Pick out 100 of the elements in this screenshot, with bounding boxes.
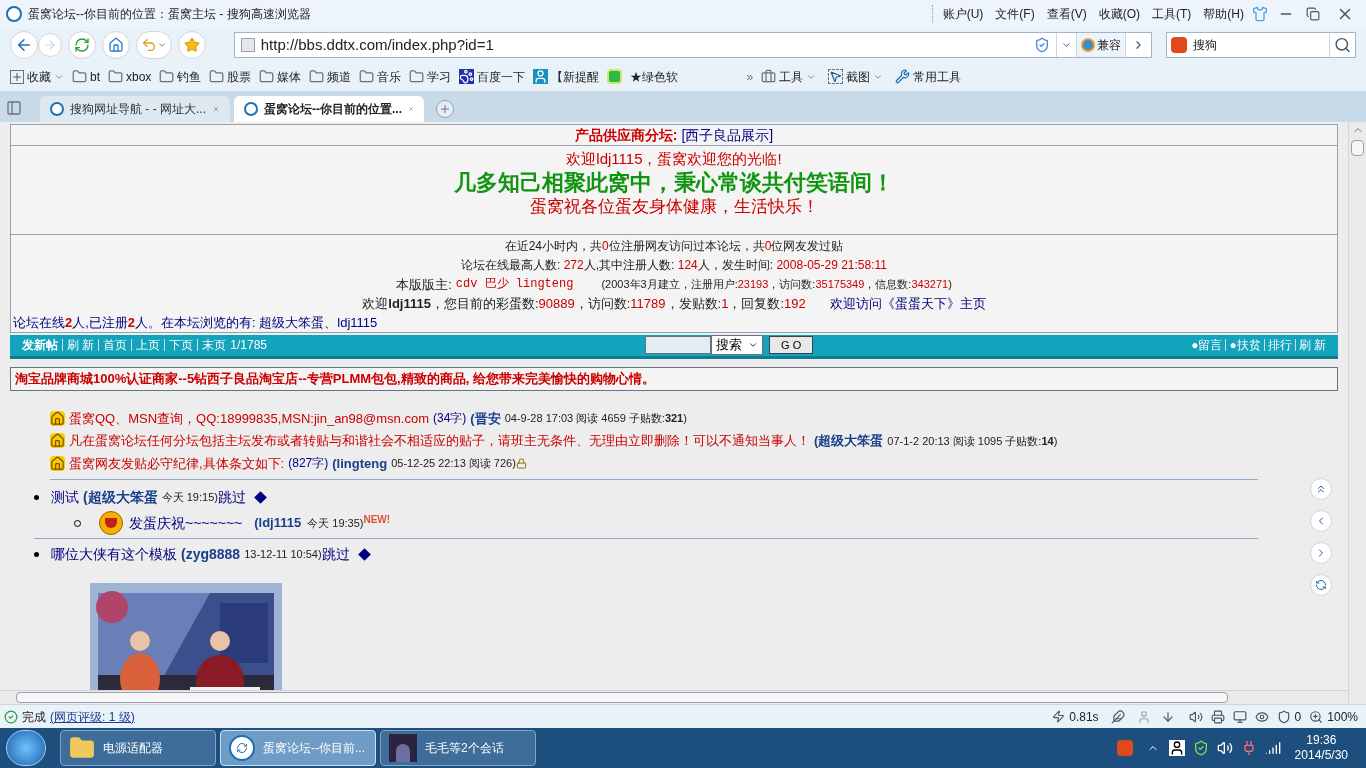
close-tab-icon[interactable] (408, 104, 414, 114)
supplier-link[interactable]: [西子良品展示] (681, 124, 774, 146)
back-button[interactable] (10, 31, 38, 59)
user-icon[interactable] (1168, 740, 1185, 756)
bookmark-item[interactable]: 媒体 (259, 67, 302, 86)
eye-icon[interactable] (1254, 709, 1269, 724)
bookmark-item[interactable]: 学习 (409, 67, 452, 86)
bookmark-item[interactable]: bt (72, 67, 100, 86)
author-link[interactable]: (ldj1115 (254, 513, 302, 533)
thread-meta: 今天 19:35) (307, 516, 364, 531)
zoom-level[interactable]: 100% (1327, 707, 1358, 726)
homepage-link[interactable]: 欢迎访问《蛋蛋天下》主页 (829, 293, 986, 313)
monitor-icon[interactable] (1232, 709, 1247, 724)
favorite-button[interactable] (177, 31, 206, 59)
menu-item[interactable]: 账户(U) (942, 5, 984, 23)
search-select[interactable]: 搜索 (711, 335, 764, 355)
author-link[interactable]: (超级大笨蛋 (83, 486, 158, 508)
menu-item[interactable]: 文件(F) (995, 5, 1035, 23)
folder-icon (259, 69, 275, 84)
ime-icon[interactable] (1116, 740, 1133, 756)
security-icon[interactable] (1034, 37, 1051, 53)
vertical-scrollbar-thumb[interactable] (1351, 140, 1364, 156)
thread-title[interactable]: 凡在蛋窝论坛任何分坛包括主坛发布或者转贴与和谐社会不相适应的贴子，请班主无条件、无理由立即删除！可以不通知当事人！ (69, 431, 810, 451)
stats-text: 在近24小时内，共0位注册网友访问过本论坛，共0位网友发过贴 (504, 237, 844, 255)
ad-banner[interactable]: 淘宝品牌商城100%认证商家--5钻西子良品淘宝店--专营PLMM包包,精致的商品, 给您带来完美愉快的购物心情。 (10, 366, 1338, 391)
menu-item[interactable]: 帮助(H) (1203, 5, 1244, 23)
toolbar-item[interactable]: 常用工具 (895, 67, 962, 86)
favorites-menu[interactable]: 收藏 (10, 67, 64, 86)
plus-icon (439, 103, 451, 115)
toolbox-icon (761, 69, 777, 84)
bookmark-item[interactable]: 频道 (309, 67, 352, 86)
start-button[interactable] (6, 730, 46, 766)
skin-icon[interactable] (1252, 6, 1268, 22)
printer-icon[interactable] (1210, 709, 1225, 724)
forward-icon[interactable] (1310, 542, 1332, 564)
author-link[interactable]: (lingteng (332, 453, 388, 473)
moderator-names[interactable]: cdv 巴少 lingteng (455, 274, 574, 294)
app-icon[interactable] (607, 69, 623, 84)
browser-tab[interactable]: 蛋窝论坛--你目前的位置... (234, 96, 424, 122)
scroll-top-icon[interactable] (1310, 478, 1332, 500)
undo-button[interactable] (135, 31, 172, 59)
undo-icon (140, 37, 157, 53)
close-tab-icon[interactable] (212, 104, 220, 114)
skip-link[interactable]: 跳过 (321, 543, 350, 565)
feather-icon[interactable] (1110, 709, 1125, 724)
clock-time[interactable]: 19:36 (1306, 733, 1337, 748)
paw-icon (459, 69, 475, 84)
restore-icon[interactable] (1306, 7, 1320, 21)
home-button[interactable] (101, 31, 130, 59)
shield-icon[interactable] (1276, 709, 1291, 724)
network-icon[interactable] (1264, 740, 1281, 756)
bookmark-item[interactable]: 【新提醒 (533, 67, 600, 86)
menu-item[interactable]: 收藏(O) (1098, 5, 1140, 23)
search-engine-icon[interactable] (1171, 37, 1188, 53)
refresh-icon[interactable] (1310, 574, 1332, 596)
thread-title[interactable]: 哪位大侠有这个模板 (51, 543, 177, 565)
toolbar-item[interactable]: 工具 (761, 67, 817, 86)
author-link[interactable]: (zyg8888 (181, 543, 241, 565)
volume-icon[interactable] (1216, 740, 1233, 756)
new-tab-button[interactable] (436, 100, 454, 118)
compat-button[interactable]: 兼容 (1076, 33, 1126, 57)
clock-date[interactable]: 2014/5/30 (1294, 748, 1348, 763)
address-field[interactable]: http://bbs.ddtx.com/index.php?id=1 兼容 (233, 32, 1153, 58)
search-input[interactable] (645, 336, 712, 354)
go-button[interactable]: G O (769, 336, 814, 354)
author-link[interactable]: (晋安 (470, 408, 501, 428)
horizontal-scrollbar-thumb[interactable] (16, 692, 1228, 703)
menu-item[interactable]: 查看(V) (1046, 5, 1087, 23)
size-text: (34字) (433, 410, 467, 428)
skip-link[interactable]: 跳过 (217, 486, 246, 508)
thread-title[interactable]: 测试 (51, 486, 79, 508)
browser-tab[interactable]: 搜狗网址导航 - - 网址大... (40, 96, 230, 122)
search-field[interactable]: 搜狗 (1166, 32, 1356, 58)
toolbar-item[interactable]: 截图 (828, 67, 884, 86)
online-users: 论坛在线2人,已注册2人。在本坛浏览的有: 超级大笨蛋、ldj1115 (12, 313, 378, 332)
overflow-button[interactable]: » (746, 67, 754, 86)
volume-icon[interactable] (1188, 709, 1203, 724)
rating-link[interactable]: (网页评级: 1 级) (50, 707, 135, 726)
back-icon[interactable] (1310, 510, 1332, 532)
bookmark-item[interactable]: 钓鱼 (159, 67, 202, 86)
thread-title[interactable]: 蛋窝QQ、MSN查询，QQ:18999835,MSN:jin_an98@msn.com (69, 408, 429, 428)
zoom-icon[interactable] (1309, 709, 1324, 724)
bookmark-item[interactable]: 股票 (209, 67, 252, 86)
pinned-icon (50, 455, 65, 471)
author-link[interactable]: (超级大笨蛋 (814, 431, 884, 451)
refresh-button[interactable] (67, 31, 96, 59)
menu-item[interactable]: 工具(T) (1152, 5, 1192, 23)
taskbar-button[interactable]: 毛毛等2个会话 (380, 730, 536, 766)
bookmark-item[interactable]: 音乐 (359, 67, 402, 86)
bullet-icon (34, 551, 39, 557)
thread-title[interactable]: 发蛋庆祝~~~~~~~ (129, 512, 243, 534)
sidebar-icon[interactable] (6, 100, 22, 116)
bookmark-item[interactable]: ★绿色软 (630, 67, 679, 86)
security-icon[interactable] (1192, 740, 1209, 756)
bookmark-item[interactable]: xbox (108, 67, 152, 86)
thread-title[interactable]: 蛋窝网友发贴必守纪律,具体条文如下: (69, 453, 285, 473)
taskbar-button[interactable]: 电源适配器 (60, 730, 216, 766)
bookmark-item[interactable]: 百度一下 (459, 67, 526, 86)
browser-icon (229, 735, 255, 761)
download-icon[interactable] (1160, 709, 1175, 724)
